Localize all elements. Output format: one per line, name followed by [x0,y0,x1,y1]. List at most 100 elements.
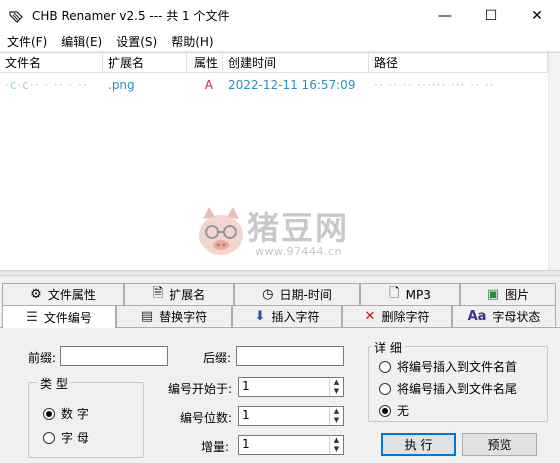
tab-image[interactable]: ▣ 图片 [460,283,556,305]
radio-label: 将编号插入到文件名尾 [397,382,518,396]
detail-group: 详 细 将编号插入到文件名首 将编号插入到文件名尾 无 [368,339,548,422]
tab-label: 字母状态 [492,310,541,324]
menu-bar: 文件(F) 编辑(E) 设置(S) 帮助(H) [0,31,560,51]
insert-icon: ⬇ [254,309,266,324]
replace-icon: ▤ [140,309,154,324]
tab-label: 文件编号 [43,310,92,325]
row-created-time: 2022-12-11 16:57:09 [228,78,356,92]
spin-arrows-icon[interactable]: ▲ ▼ [329,436,343,454]
menu-settings[interactable]: 设置(S) [109,33,164,50]
radio-dot [43,431,55,444]
tab-label: MP3 [405,287,431,302]
app-icon [9,10,23,23]
tab-extension[interactable]: 🗎 扩展名 [124,283,234,305]
tab-replace-chars[interactable]: ▤ 替换字符 [116,305,232,327]
numbering-panel: 前缀: 后缀: 类 型 数 字 字 母 编号开始于: 1 ▲ ▼ 编号位数: 1 … [0,327,560,463]
radio-dot [43,407,55,420]
tab-insert-chars[interactable]: ⬇ 插入字符 [232,305,342,327]
watermark-title: 猪豆网 [247,209,350,247]
watermark: 猪豆网 www.97444.cn [195,203,385,269]
start-stepper[interactable]: 1 ▲ ▼ [238,377,344,397]
column-attribute[interactable]: 属性 [187,53,223,73]
list-header: 文件名 扩展名 属性 创建时间 路径 [0,53,560,73]
column-created-time[interactable]: 创建时间 [223,53,369,73]
radio-label: 将编号插入到文件名首 [397,360,518,374]
start-value: 1 [242,379,250,393]
text-case-icon: Aa [467,309,487,324]
prefix-label: 前缀: [28,351,57,365]
tab-label: 插入字符 [271,310,320,324]
radio-dot [379,382,391,395]
increment-stepper[interactable]: 1 ▲ ▼ [238,435,344,455]
tab-file-attributes[interactable]: ⚙ 文件属性 [2,283,124,305]
tab-label: 扩展名 [169,288,206,302]
clock-icon: ◷ [262,287,274,302]
tab-mp3[interactable]: 🗋 MP3 [360,283,460,305]
delete-icon: ✕ [364,309,376,324]
type-group: 类 型 数 字 字 母 [28,375,144,458]
tab-file-numbering[interactable]: ☰ 文件编号 [2,305,116,328]
document-icon: 🗎 [152,285,164,301]
menu-edit[interactable]: 编辑(E) [54,33,109,50]
file-list[interactable]: 文件名 扩展名 属性 创建时间 路径 ·c·c·· · ·· · ·· .png… [0,52,560,271]
row-extension: .png [108,78,135,92]
tab-row-bottom: ☰ 文件编号 ▤ 替换字符 ⬇ 插入字符 ✕ 删除字符 Aa 字母状态 [0,305,560,328]
tab-date-time[interactable]: ◷ 日期-时间 [234,283,360,305]
tab-label: 图片 [505,288,530,302]
type-group-title: 类 型 [37,375,71,392]
detail-insert-end-radio[interactable]: 将编号插入到文件名尾 [379,380,517,397]
tab-label: 日期-时间 [279,288,332,302]
radio-label: 数 字 [61,407,89,421]
execute-button[interactable]: 执 行 [381,433,456,456]
title-bar: CHB Renamer v2.5 --- 共 1 个文件 — ☐ ✕ [0,0,560,31]
type-number-radio[interactable]: 数 字 [43,405,89,422]
pig-logo-icon [199,207,243,255]
menu-file[interactable]: 文件(F) [0,33,54,50]
image-icon: ▣ [486,287,500,302]
increment-label: 增量: [201,440,230,454]
tab-label: 文件属性 [47,288,96,302]
close-button[interactable]: ✕ [514,0,560,31]
watermark-url: www.97444.cn [255,245,342,258]
column-filename[interactable]: 文件名 [0,53,103,73]
close-icon: ✕ [531,7,543,24]
start-label: 编号开始于: [168,382,233,396]
radio-label: 无 [397,404,410,418]
minimize-button[interactable]: — [422,0,468,31]
tab-letter-case[interactable]: Aa 字母状态 [452,305,556,327]
column-extension[interactable]: 扩展名 [103,53,187,73]
music-file-icon: 🗋 [389,285,400,301]
tab-row-top: ⚙ 文件属性 🗎 扩展名 ◷ 日期-时间 🗋 MP3 ▣ 图片 [0,283,560,305]
radio-label: 字 母 [61,431,89,445]
splitter[interactable] [0,270,560,276]
suffix-label: 后缀: [203,351,232,365]
column-path[interactable]: 路径 [369,53,548,73]
radio-dot [379,404,391,417]
tab-delete-chars[interactable]: ✕ 删除字符 [342,305,452,327]
preview-button[interactable]: 预览 [462,433,537,456]
menu-help[interactable]: 帮助(H) [164,33,220,50]
detail-insert-start-radio[interactable]: 将编号插入到文件名首 [379,358,517,375]
maximize-icon: ☐ [484,7,498,24]
maximize-button[interactable]: ☐ [468,0,514,31]
detail-group-title: 详 细 [371,339,405,356]
digits-value: 1 [242,408,250,422]
digits-stepper[interactable]: 1 ▲ ▼ [238,406,344,426]
table-row[interactable]: ·c·c·· · ·· · ·· .png A 2022-12-11 16:57… [0,75,548,95]
prefix-input[interactable] [60,346,168,366]
spin-arrows-icon[interactable]: ▲ ▼ [329,407,343,425]
vertical-scrollbar[interactable] [548,53,560,271]
suffix-input[interactable] [236,346,344,366]
spin-arrows-icon[interactable]: ▲ ▼ [329,378,343,396]
gear-icon: ⚙ [30,287,42,302]
type-letter-radio[interactable]: 字 母 [43,429,89,446]
digits-label: 编号位数: [180,411,233,425]
minimize-icon: — [438,7,452,24]
row-filename: ·c·c·· · ·· · ·· [5,78,88,92]
list-icon: ☰ [26,309,38,325]
row-path: ·· ·· ·· ······ ··· ·· ·· [374,78,495,92]
tab-label: 替换字符 [159,310,208,324]
detail-none-radio[interactable]: 无 [379,402,409,419]
row-attribute: A [204,78,213,92]
window-title: CHB Renamer v2.5 --- 共 1 个文件 [32,9,230,23]
